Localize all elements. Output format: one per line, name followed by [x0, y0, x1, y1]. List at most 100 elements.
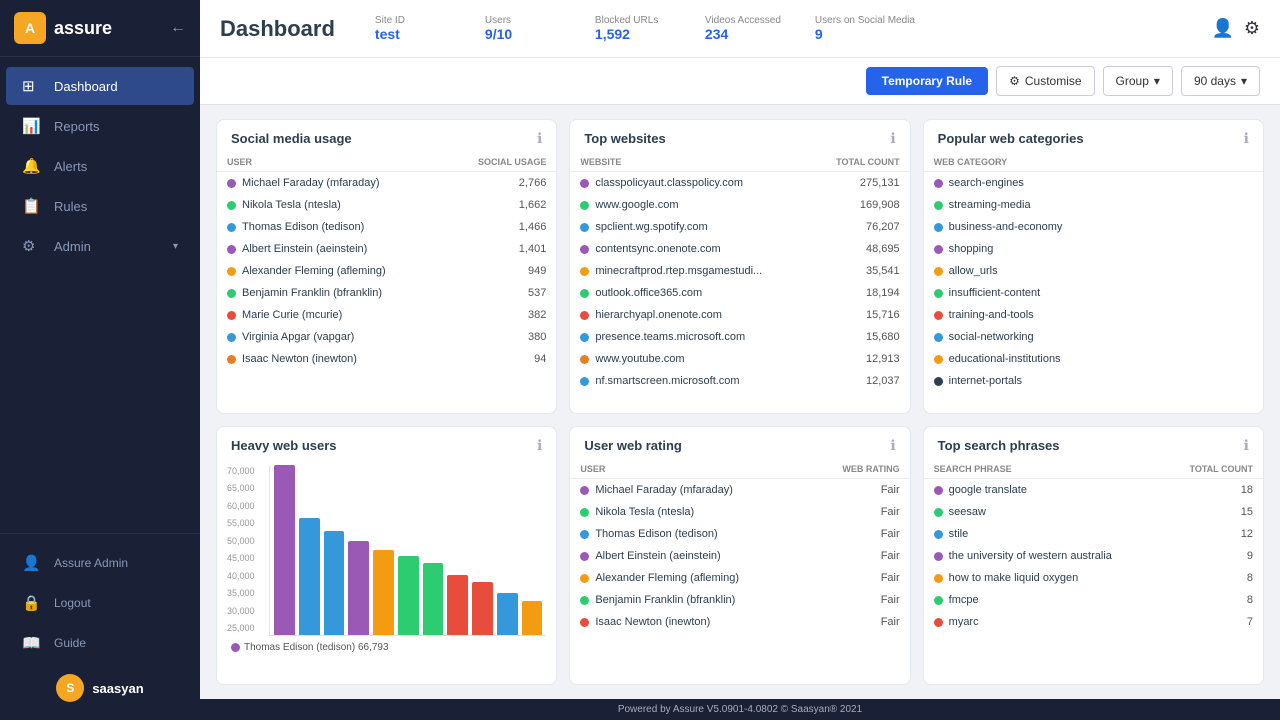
website-cell: hierarchyapl.onenote.com	[570, 304, 810, 326]
sidebar-item-dashboard[interactable]: ⊞ Dashboard	[6, 67, 194, 105]
category-name: insufficient-content	[949, 287, 1041, 299]
y-label: 35,000	[227, 588, 265, 598]
rating-user-cell: Benjamin Franklin (bfranklin)	[570, 589, 807, 611]
table-row: spclient.wg.spotify.com 76,207	[570, 216, 909, 238]
chart-bar	[348, 541, 369, 635]
settings-icon[interactable]: ⚙	[1244, 18, 1260, 39]
usage-value: 382	[444, 304, 556, 326]
lock-icon: 🔒	[22, 594, 44, 612]
phrase-name: the university of western australia	[949, 550, 1112, 562]
website-dot	[580, 201, 589, 210]
sidebar-label-admin: Admin	[54, 239, 91, 254]
user-circle-icon[interactable]: 👤	[1211, 18, 1233, 39]
chart-bar	[373, 550, 394, 635]
guide-icon: 📖	[22, 634, 44, 652]
sidebar-item-guide[interactable]: 📖 Guide	[6, 624, 194, 662]
rating-dot	[580, 618, 589, 627]
brand-footer: S saasyan	[0, 664, 200, 712]
rating-dot	[580, 486, 589, 495]
dashboard-grid: Social media usage ℹ USER SOCIAL USAGE M…	[200, 105, 1280, 699]
usage-value: 949	[444, 260, 556, 282]
user-dot	[227, 333, 236, 342]
sidebar-collapse-button[interactable]: ←	[170, 19, 186, 37]
top-header: Dashboard Site ID test Users 9/10 Blocke…	[200, 0, 1280, 58]
stat-videos-value: 234	[705, 26, 785, 42]
category-name: streaming-media	[949, 199, 1031, 211]
col-phrase: SEARCH PHRASE	[924, 460, 1163, 479]
table-row: presence.teams.microsoft.com 15,680	[570, 326, 909, 348]
top-websites-help-icon[interactable]: ℹ	[890, 130, 895, 147]
website-cell: www.google.com	[570, 194, 810, 216]
chart-bar	[497, 593, 518, 635]
user-cell: Alexander Fleming (afleming)	[217, 260, 444, 282]
phrase-name: google translate	[949, 484, 1027, 496]
count-value: 169,908	[810, 194, 909, 216]
sidebar-logo: A assure ←	[0, 0, 200, 57]
rating-dot	[580, 508, 589, 517]
top-search-phrases-help-icon[interactable]: ℹ	[1244, 437, 1249, 454]
rating-value: Fair	[807, 523, 910, 545]
top-search-phrases-card: Top search phrases ℹ SEARCH PHRASE TOTAL…	[923, 426, 1264, 685]
website-dot	[580, 355, 589, 364]
days-label: 90 days	[1194, 74, 1236, 88]
sidebar-item-reports[interactable]: 📊 Reports	[6, 107, 194, 145]
website-name: presence.teams.microsoft.com	[595, 331, 745, 343]
days-chevron-icon: ▾	[1241, 74, 1247, 88]
group-dropdown[interactable]: Group ▾	[1103, 66, 1173, 96]
table-row: Isaac Newton (inewton) 94	[217, 348, 556, 370]
count-value: 18,194	[810, 282, 909, 304]
top-search-phrases-table: SEARCH PHRASE TOTAL COUNT google transla…	[924, 460, 1263, 633]
chart-bar	[472, 582, 493, 635]
rating-user-name: Albert Einstein (aeinstein)	[595, 550, 720, 562]
website-name: nf.smartscreen.microsoft.com	[595, 375, 739, 387]
usage-value: 380	[444, 326, 556, 348]
phrase-cell: google translate	[924, 479, 1163, 502]
website-cell: classpolicyaut.classpolicy.com	[570, 172, 810, 195]
chart-footer-name: Thomas Edison (tedison)	[244, 642, 355, 653]
sidebar-item-admin[interactable]: ⚙ Admin ▾	[6, 227, 194, 265]
sidebar: A assure ← ⊞ Dashboard 📊 Reports 🔔 Alert…	[0, 0, 200, 720]
temporary-rule-button[interactable]: Temporary Rule	[866, 67, 988, 95]
table-row: outlook.office365.com 18,194	[570, 282, 909, 304]
sidebar-item-rules[interactable]: 📋 Rules	[6, 187, 194, 225]
category-dot	[934, 333, 943, 342]
category-cell: shopping	[924, 238, 1263, 260]
website-dot	[580, 223, 589, 232]
stat-blocked-label: Blocked URLs	[595, 15, 675, 26]
count-value: 76,207	[810, 216, 909, 238]
stat-site-id-value: test	[375, 26, 455, 42]
sidebar-label-dashboard: Dashboard	[54, 79, 118, 94]
phrase-name: how to make liquid oxygen	[949, 572, 1079, 584]
rating-user-name: Benjamin Franklin (bfranklin)	[595, 594, 735, 606]
customise-button[interactable]: ⚙ Customise	[996, 66, 1094, 96]
category-cell: insufficient-content	[924, 282, 1263, 304]
category-dot	[934, 201, 943, 210]
category-cell: business-and-economy	[924, 216, 1263, 238]
sidebar-item-assure-admin[interactable]: 👤 Assure Admin	[6, 544, 194, 582]
phrase-count: 12	[1162, 523, 1263, 545]
count-value: 12,913	[810, 348, 909, 370]
phrase-count: 15	[1162, 501, 1263, 523]
sidebar-item-alerts[interactable]: 🔔 Alerts	[6, 147, 194, 185]
user-name: Michael Faraday (mfaraday)	[242, 177, 380, 189]
col-usage: SOCIAL USAGE	[444, 153, 556, 172]
admin-chevron-icon: ▾	[173, 241, 178, 252]
popular-categories-title: Popular web categories	[938, 131, 1084, 146]
brand-icon: S	[56, 674, 84, 702]
sidebar-item-logout[interactable]: 🔒 Logout	[6, 584, 194, 622]
user-cell: Michael Faraday (mfaraday)	[217, 172, 444, 195]
heavy-web-users-help-icon[interactable]: ℹ	[537, 437, 542, 454]
user-web-rating-help-icon[interactable]: ℹ	[890, 437, 895, 454]
days-dropdown[interactable]: 90 days ▾	[1181, 66, 1260, 96]
rating-value: Fair	[807, 501, 910, 523]
phrase-count: 8	[1162, 589, 1263, 611]
category-name: business-and-economy	[949, 221, 1063, 233]
phrase-cell: myarc	[924, 611, 1163, 633]
phrase-dot	[934, 508, 943, 517]
popular-categories-help-icon[interactable]: ℹ	[1244, 130, 1249, 147]
website-dot	[580, 267, 589, 276]
social-media-table: USER SOCIAL USAGE Michael Faraday (mfara…	[217, 153, 556, 370]
popular-categories-header: Popular web categories ℹ	[924, 120, 1263, 153]
social-media-help-icon[interactable]: ℹ	[537, 130, 542, 147]
sidebar-label-reports: Reports	[54, 119, 100, 134]
